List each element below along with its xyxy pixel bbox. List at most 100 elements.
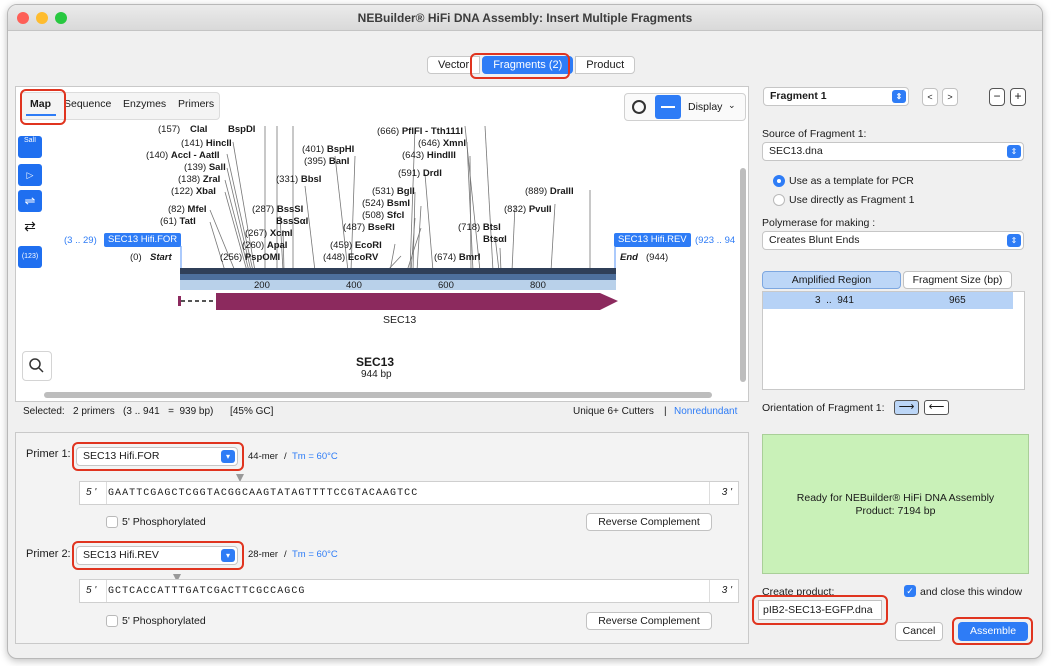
enzyme-site[interactable]: (122) XbaI [171,186,216,197]
divider [106,580,107,602]
selection-status: Selected: 2 primers (3 .. 941 = 939 bp) … [23,406,274,417]
sequence-length: 944 bp [361,369,392,380]
source-select[interactable]: SEC13.dna ⇕ [762,142,1024,161]
subtab-primers[interactable]: Primers [178,98,214,110]
subtab-sequence[interactable]: Sequence [64,98,111,110]
primer2-select[interactable]: SEC13 Hifi.REV ▾ [76,546,238,565]
primer1-phosphorylated-label: 5' Phosphorylated [122,516,206,528]
enzyme-site[interactable]: (139) SalI [184,162,226,173]
use-directly-radio[interactable] [773,194,785,206]
enzyme-site[interactable]: (524) BsmI [362,198,410,209]
polymerase-select[interactable]: Creates Blunt Ends ⇕ [762,231,1024,250]
cancel-button[interactable]: Cancel [895,622,943,641]
linear-view-icon[interactable] [655,95,681,119]
display-menu[interactable]: Display [688,101,722,113]
enzyme-site[interactable]: (718) BtsI [458,222,501,233]
forward-orientation-button[interactable]: ⟶ [894,400,919,415]
primer1-sequence-box[interactable]: 5 ' GAATTCGAGCTCGGTACGGCAAGTATAGTTTTCCGT… [79,481,739,505]
primer2-reverse-complement-button[interactable]: Reverse Complement [586,612,712,630]
nonredundant-link[interactable]: Nonredundant [674,406,737,417]
clipped-pos-label: (157) [158,124,181,135]
feature-label: SEC13 [383,314,417,326]
close-window-checkbox[interactable]: ✓ [904,585,916,597]
primer-for-range: (3 .. 29) [64,235,97,246]
enzyme-site[interactable]: (141) HincII [181,138,232,149]
table-row[interactable]: 3 .. 941 965 [763,292,1013,309]
enzyme-site[interactable]: (260) ApaI [242,240,287,251]
enzyme-site[interactable]: BssSαI [276,216,308,227]
primer2-phosphorylated-checkbox[interactable] [106,615,118,627]
assemble-button[interactable]: Assemble [958,622,1028,641]
cutters-filter[interactable]: Unique 6+ Cutters [573,406,654,417]
enzyme-site[interactable]: (591) DrdI [398,168,442,179]
enzyme-site[interactable]: (256) PspOMI [220,252,280,263]
cut-line [550,203,556,272]
product-size: Product: 7194 bp [855,505,936,517]
divider [709,482,710,504]
sec13-feature-arrow[interactable] [178,291,623,315]
chevron-down-icon: ▾ [221,549,235,562]
enzyme-site[interactable]: (832) PvuII [504,204,552,215]
primer1-reverse-complement-button[interactable]: Reverse Complement [586,513,712,531]
enzyme-site[interactable]: (643) HindIII [402,150,456,161]
primer1-select-value: SEC13 Hifi.FOR [83,450,160,462]
enzyme-site[interactable]: (487) BseRI [343,222,395,233]
enzyme-site[interactable]: (889) DraIII [525,186,574,197]
status-panel [762,434,1029,574]
enzyme-site[interactable]: (331) BbsI [276,174,321,185]
reverse-orientation-button[interactable]: ⟵ [924,400,949,415]
enzyme-site[interactable]: BtsαI [483,234,507,245]
top-tab-bar: Vector Fragments (2) Product [427,56,636,74]
product-name-input[interactable]: pIB2-SEC13-EGFP.dna [758,600,882,620]
primer-for-tag[interactable]: SEC13 Hifi.FOR [104,233,182,247]
fragment-size-header[interactable]: Fragment Size (bp) [903,271,1012,289]
enzyme-site[interactable]: (448) EcoRV [323,252,378,263]
cut-line [484,126,494,272]
enzyme-site[interactable]: (666) PflFI - Tth111I [377,126,463,137]
add-fragment-button[interactable]: + [1010,88,1026,106]
subtab-enzymes[interactable]: Enzymes [123,98,166,110]
primer1-tm[interactable]: Tm = 60°C [292,451,338,462]
tab-fragments[interactable]: Fragments (2) [482,56,574,74]
enzyme-site[interactable]: (674) BmrI [434,252,480,263]
primer2-tm[interactable]: Tm = 60°C [292,549,338,560]
fragment-select[interactable]: Fragment 1 ⇕ [763,87,909,106]
previous-fragment-button[interactable]: < [922,88,938,106]
enzyme-site[interactable]: (459) EcoRI [330,240,382,251]
enzyme-site[interactable]: (646) XmnI [418,138,466,149]
enzyme-site[interactable]: (508) SfcI [362,210,404,221]
tab-product[interactable]: Product [575,56,636,74]
horizontal-scrollbar[interactable] [44,392,712,398]
enzyme-site[interactable]: (395) BanI [304,156,349,167]
enzyme-site[interactable]: (140) AccI - AatII [146,150,220,161]
zoom-button[interactable] [22,351,52,381]
template-pcr-radio[interactable] [773,175,785,187]
primer2-sequence-box[interactable]: 5 ' GCTCACCATTTGATCGACTTCGCCAGCG 3 ' [79,579,739,603]
enzyme-site[interactable]: (61) TatI [160,216,196,227]
primer2-select-value: SEC13 Hifi.REV [83,549,159,561]
remove-fragment-button[interactable]: − [989,88,1005,106]
magnifier-icon [29,358,44,373]
vertical-scrollbar[interactable] [740,168,746,382]
enzyme-site[interactable]: (531) BglI [372,186,415,197]
amplified-region-header[interactable]: Amplified Region [762,271,901,289]
next-fragment-button[interactable]: > [942,88,958,106]
orientation-label: Orientation of Fragment 1: [762,402,885,414]
primer1-select[interactable]: SEC13 Hifi.FOR ▾ [76,447,238,466]
subtab-map[interactable]: Map [30,98,51,110]
enzyme-site[interactable]: (82) MfeI [168,204,207,215]
ruler-tick-label: 200 [254,280,270,291]
enzyme-site[interactable]: (138) ZraI [178,174,220,185]
primer1-label: Primer 1: [26,448,71,460]
primer1-phosphorylated-checkbox[interactable] [106,516,118,528]
enzyme-site[interactable]: (287) BssSI [252,204,303,215]
chevron-down-icon: ⇕ [1007,145,1021,158]
circular-view-icon[interactable] [632,100,646,114]
ruler-tick-label: 800 [530,280,546,291]
enzyme-site[interactable]: (267) XcmI [245,228,293,239]
primer1-sequence[interactable]: GAATTCGAGCTCGGTACGGCAAGTATAGTTTTCCGTACAA… [108,488,418,499]
tab-vector[interactable]: Vector [427,56,481,74]
primer2-sequence[interactable]: GCTCACCATTTGATCGACTTCGCCAGCG [108,586,305,597]
primer-rev-tag[interactable]: SEC13 Hifi.REV [614,233,691,247]
enzyme-site[interactable]: (401) BspHI [302,144,354,155]
